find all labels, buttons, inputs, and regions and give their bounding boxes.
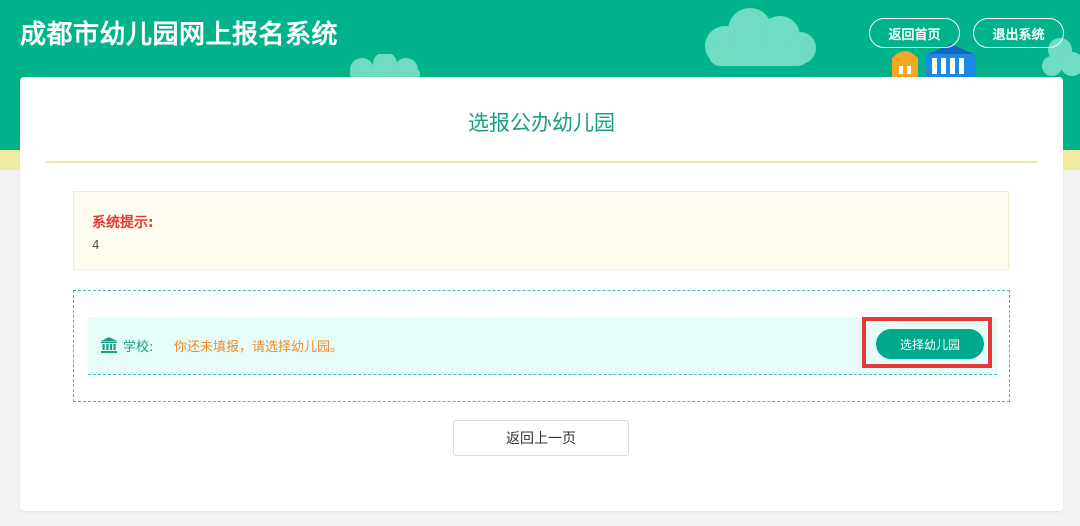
bank-building-icon xyxy=(101,337,117,353)
site-title: 成都市幼儿园网上报名系统 xyxy=(20,20,339,50)
notice-title: 系统提示: xyxy=(92,215,154,231)
system-notice: 系统提示: 4 xyxy=(73,191,1009,270)
back-button[interactable]: 返回上一页 xyxy=(453,420,629,456)
school-value: 你还未填报，请选择幼儿园。 xyxy=(174,340,344,355)
logout-button[interactable]: 退出系统 xyxy=(973,18,1064,48)
choose-kindergarten-button[interactable]: 选择幼儿园 xyxy=(876,329,984,359)
school-label: 学校: xyxy=(123,340,154,355)
kindergarten-building-icon xyxy=(892,44,976,78)
school-row: 学校: 你还未填报，请选择幼儿园。 选择幼儿园 xyxy=(88,317,997,375)
cloud-decoration-icon xyxy=(705,8,816,66)
home-button[interactable]: 返回首页 xyxy=(869,18,960,48)
school-selection-box: 学校: 你还未填报，请选择幼儿园。 选择幼儿园 xyxy=(73,290,1010,402)
main-card: 选报公办幼儿园 系统提示: 4 学校: 你还未填报，请选择幼儿园。 选择幼儿园 … xyxy=(20,77,1063,511)
page-title: 选报公办幼儿园 xyxy=(468,111,615,135)
title-divider xyxy=(46,161,1037,163)
notice-body: 4 xyxy=(92,238,100,252)
